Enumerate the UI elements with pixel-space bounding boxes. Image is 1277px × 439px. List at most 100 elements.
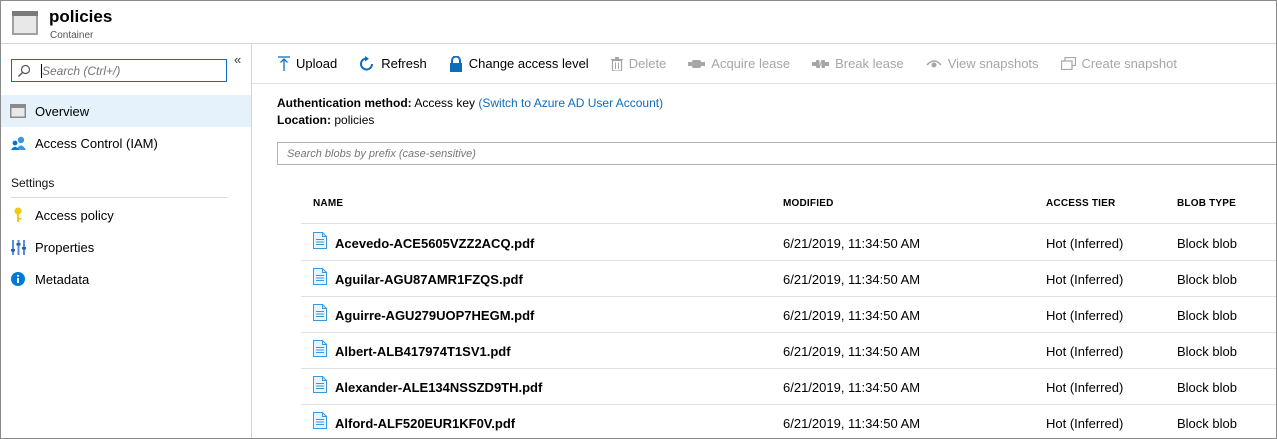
column-header-blob-type[interactable]: BLOB TYPE (1177, 198, 1236, 209)
blob-access-tier: Hot (Inferred) (1046, 380, 1124, 395)
blob-name[interactable]: Albert-ALB417974T1SV1.pdf (335, 344, 511, 359)
change-access-label: Change access level (468, 56, 589, 71)
blob-access-tier: Hot (Inferred) (1046, 416, 1124, 431)
sidebar-item-label: Access Control (IAM) (35, 135, 158, 151)
blob-type: Block blob (1177, 416, 1237, 431)
sidebar-item-label: Properties (35, 239, 95, 255)
blob-modified: 6/21/2019, 11:34:50 AM (783, 416, 921, 431)
blob-type: Block blob (1177, 380, 1237, 395)
refresh-icon (360, 55, 374, 70)
blob-modified: 6/21/2019, 11:34:50 AM (783, 344, 921, 359)
sidebar-item-metadata[interactable]: Metadata (1, 263, 251, 295)
blob-access-tier: Hot (Inferred) (1046, 344, 1124, 359)
delete-button[interactable]: Delete (610, 56, 667, 71)
sidebar-item-properties[interactable]: Properties (1, 231, 251, 263)
file-icon (313, 412, 327, 429)
blob-search[interactable] (277, 142, 1276, 165)
settings-section-heading: Settings (11, 176, 55, 190)
acquire-lease-label: Acquire lease (711, 56, 791, 71)
iam-icon (1, 136, 35, 151)
search-icon (18, 64, 31, 77)
sidebar-item-label: Metadata (35, 271, 90, 287)
blob-modified: 6/21/2019, 11:34:50 AM (783, 236, 921, 251)
key-icon (1, 207, 35, 223)
blob-name[interactable]: Acevedo-ACE5605VZZ2ACQ.pdf (335, 236, 534, 251)
auth-method-label: Authentication method: (277, 96, 412, 110)
sidebar-item-overview[interactable]: Overview (1, 95, 251, 127)
divider (11, 197, 227, 198)
acquire-lease-button[interactable]: Acquire lease (688, 56, 790, 71)
sidebar-item-label: Access policy (35, 207, 114, 223)
table-row[interactable]: Alford-ALF520EUR1KF0V.pdf 6/21/2019, 11:3… (301, 404, 1276, 438)
refresh-label: Refresh (381, 56, 427, 71)
blob-access-tier: Hot (Inferred) (1046, 236, 1124, 251)
eye-icon (926, 59, 942, 67)
sidebar: « Overview Access Control (IAM) Settings… (1, 44, 252, 438)
switch-auth-link[interactable]: (Switch to Azure AD User Account) (478, 96, 663, 110)
break-lease-icon (812, 59, 830, 68)
collapse-sidebar-icon[interactable]: « (234, 52, 241, 67)
sidebar-search[interactable] (11, 59, 227, 82)
page-header: policies Container (1, 1, 1276, 44)
upload-icon (278, 55, 290, 71)
file-icon (313, 376, 327, 393)
lock-icon (449, 55, 462, 72)
snapshot-icon (1060, 57, 1076, 70)
table-row[interactable]: Acevedo-ACE5605VZZ2ACQ.pdf 6/21/2019, 11:… (301, 224, 1276, 260)
delete-label: Delete (628, 56, 667, 71)
command-bar: Upload Refresh Change access level Delet… (252, 44, 1276, 84)
blob-type: Block blob (1177, 344, 1237, 359)
blob-type: Block blob (1177, 272, 1237, 287)
properties-icon (1, 239, 35, 255)
table-row[interactable]: Aguirre-AGU279UOP7HEGM.pdf 6/21/2019, 11:… (301, 296, 1276, 332)
container-icon (12, 11, 38, 35)
blob-search-input[interactable] (278, 143, 1276, 164)
file-icon (313, 340, 327, 357)
view-snapshots-button[interactable]: View snapshots (926, 56, 1039, 71)
table-row[interactable]: Aguilar-AGU87AMR1FZQS.pdf 6/21/2019, 11:3… (301, 260, 1276, 296)
file-icon (313, 268, 327, 285)
info-icon (1, 272, 35, 286)
create-snapshot-button[interactable]: Create snapshot (1060, 56, 1177, 71)
sidebar-item-label: Overview (35, 103, 90, 119)
page-title: policies (49, 7, 113, 26)
auth-method-value: Access key (414, 96, 476, 110)
upload-button[interactable]: Upload (278, 55, 338, 72)
column-header-name[interactable]: NAME (313, 198, 343, 209)
column-header-modified[interactable]: MODIFIED (783, 198, 834, 209)
overview-icon (1, 104, 35, 118)
page-subtitle: Container (50, 30, 94, 41)
blob-access-tier: Hot (Inferred) (1046, 272, 1124, 287)
view-snapshots-label: View snapshots (947, 56, 1039, 71)
table-row[interactable]: Alexander-ALE134NSSZD9TH.pdf 6/21/2019, 1… (301, 368, 1276, 404)
break-lease-button[interactable]: Break lease (812, 56, 904, 71)
sidebar-item-access-policy[interactable]: Access policy (1, 199, 251, 231)
column-header-access-tier[interactable]: ACCESS TIER (1046, 198, 1115, 209)
blob-name[interactable]: Alford-ALF520EUR1KF0V.pdf (335, 416, 515, 431)
sidebar-item-iam[interactable]: Access Control (IAM) (1, 127, 251, 159)
location-line: Location: policies (277, 113, 374, 127)
table-row[interactable]: Albert-ALB417974T1SV1.pdf 6/21/2019, 11:3… (301, 332, 1276, 368)
location-label: Location: (277, 113, 331, 127)
location-value: policies (334, 113, 375, 127)
change-access-level-button[interactable]: Change access level (449, 55, 589, 72)
refresh-button[interactable]: Refresh (359, 55, 427, 72)
trash-icon (610, 56, 623, 71)
auth-method-line: Authentication method: Access key (Switc… (277, 96, 663, 110)
blob-modified: 6/21/2019, 11:34:50 AM (783, 380, 921, 395)
blob-type: Block blob (1177, 236, 1237, 251)
blob-name[interactable]: Aguirre-AGU279UOP7HEGM.pdf (335, 308, 534, 323)
upload-label: Upload (296, 56, 338, 71)
blob-access-tier: Hot (Inferred) (1046, 308, 1124, 323)
blob-modified: 6/21/2019, 11:34:50 AM (783, 272, 921, 287)
create-snapshot-label: Create snapshot (1081, 56, 1177, 71)
blob-name[interactable]: Alexander-ALE134NSSZD9TH.pdf (335, 380, 542, 395)
blob-name[interactable]: Aguilar-AGU87AMR1FZQS.pdf (335, 272, 523, 287)
blob-type: Block blob (1177, 308, 1237, 323)
blob-modified: 6/21/2019, 11:34:50 AM (783, 308, 921, 323)
sidebar-search-input[interactable] (42, 62, 222, 80)
file-icon (313, 232, 327, 249)
app-window: policies Container « Overview Access Con… (0, 0, 1277, 439)
acquire-lease-icon (688, 59, 706, 68)
break-lease-label: Break lease (835, 56, 904, 71)
